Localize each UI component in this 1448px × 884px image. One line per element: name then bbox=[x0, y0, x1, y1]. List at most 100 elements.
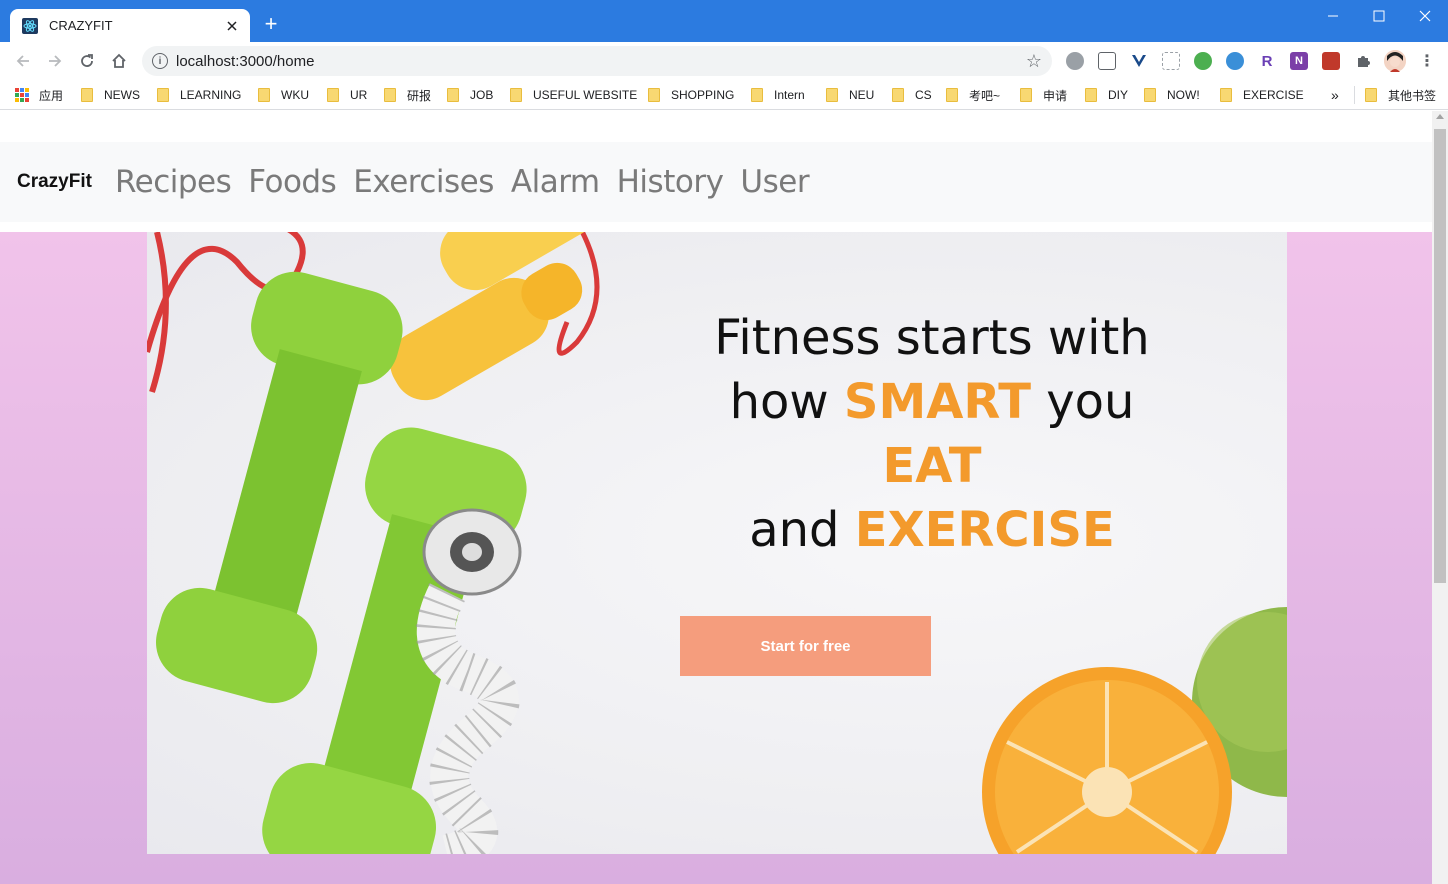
bookmark-folder[interactable]: NEU bbox=[826, 86, 874, 104]
folder-icon bbox=[1365, 88, 1377, 102]
bookmark-label: SHOPPING bbox=[671, 88, 735, 102]
headline-line-3: EAT bbox=[707, 434, 1157, 498]
forward-icon[interactable] bbox=[43, 50, 67, 72]
bookmark-label: USEFUL WEBSITE bbox=[533, 88, 638, 102]
url-text: localhost:3000/home bbox=[176, 52, 315, 70]
nav-history[interactable]: History bbox=[617, 164, 724, 200]
headline-line-2: how SMART you bbox=[707, 370, 1157, 434]
circle-extension-icon[interactable] bbox=[1194, 52, 1212, 70]
headline-line-4: and EXERCISE bbox=[707, 498, 1157, 562]
headline-accent: EAT bbox=[882, 438, 982, 494]
bookmark-apps[interactable]: 应用 bbox=[15, 86, 63, 104]
bookmark-folder[interactable]: DIY bbox=[1085, 86, 1128, 104]
bookmark-folder[interactable]: USEFUL WEBSITE bbox=[510, 86, 637, 104]
bookmark-label: 应用 bbox=[39, 88, 64, 103]
scroll-up-arrow-icon[interactable] bbox=[1436, 114, 1444, 119]
red-extension-icon[interactable] bbox=[1322, 52, 1340, 70]
bookmark-label: JOB bbox=[470, 88, 494, 102]
folder-icon bbox=[946, 88, 958, 102]
start-for-free-button[interactable]: Start for free bbox=[680, 616, 931, 676]
bookmark-label: EXERCISE bbox=[1243, 88, 1304, 102]
bookmark-folder[interactable]: NOW! bbox=[1144, 86, 1200, 104]
address-bar[interactable]: i localhost:3000/home ☆ bbox=[142, 46, 1052, 76]
onenote-extension-icon[interactable]: N bbox=[1290, 52, 1308, 70]
puzzle-outline-extension-icon[interactable] bbox=[1162, 52, 1180, 70]
vue-extension-icon[interactable] bbox=[1130, 52, 1148, 70]
headline-line-1: Fitness starts with bbox=[714, 310, 1150, 366]
hero-banner: Fitness starts with how SMART you EAT an… bbox=[147, 232, 1287, 854]
back-icon[interactable] bbox=[11, 50, 35, 72]
nav-foods[interactable]: Foods bbox=[248, 164, 337, 200]
browser-tab[interactable]: CRAZYFIT bbox=[10, 9, 250, 42]
bookmarks-divider bbox=[1354, 86, 1355, 104]
extensions-puzzle-icon[interactable] bbox=[1354, 52, 1372, 70]
site-brand[interactable]: CrazyFit bbox=[17, 171, 92, 193]
nav-links: Recipes Foods Exercises Alarm History Us… bbox=[106, 164, 817, 200]
profile-avatar[interactable] bbox=[1384, 50, 1406, 72]
folder-icon bbox=[1220, 88, 1232, 102]
folder-icon bbox=[1085, 88, 1097, 102]
folder-icon bbox=[81, 88, 93, 102]
close-window-icon[interactable] bbox=[1402, 4, 1448, 28]
bookmark-folder[interactable]: CS bbox=[892, 86, 932, 104]
shield-extension-icon[interactable] bbox=[1098, 52, 1116, 70]
r-extension-icon[interactable]: R bbox=[1258, 52, 1276, 70]
headline-text: how bbox=[729, 374, 829, 430]
minimize-icon[interactable] bbox=[1310, 4, 1356, 28]
folder-icon bbox=[447, 88, 459, 102]
folder-icon bbox=[648, 88, 660, 102]
headline-accent: EXERCISE bbox=[854, 502, 1115, 558]
bookmark-label: WKU bbox=[281, 88, 309, 102]
bookmark-label: CS bbox=[915, 88, 932, 102]
bookmark-label: UR bbox=[350, 88, 368, 102]
bookmark-label: 申请 bbox=[1043, 88, 1068, 103]
bookmark-folder[interactable]: Intern bbox=[751, 86, 805, 104]
nav-user[interactable]: User bbox=[740, 164, 809, 200]
globe-extension-icon[interactable] bbox=[1066, 52, 1084, 70]
bookmark-folder[interactable]: EXERCISE bbox=[1220, 86, 1304, 104]
nav-recipes[interactable]: Recipes bbox=[115, 164, 232, 200]
new-tab-button[interactable]: + bbox=[260, 13, 282, 36]
bookmark-star-icon[interactable]: ☆ bbox=[1026, 51, 1042, 72]
folder-icon bbox=[258, 88, 270, 102]
bookmark-folder[interactable]: LEARNING bbox=[157, 86, 241, 104]
hero-headline: Fitness starts with how SMART you EAT an… bbox=[707, 306, 1157, 562]
bookmark-folder[interactable]: 申请 bbox=[1020, 86, 1067, 104]
headline-text: and bbox=[749, 502, 840, 558]
globe-blue-extension-icon[interactable] bbox=[1226, 52, 1244, 70]
bookmark-folder[interactable]: 研报 bbox=[384, 86, 431, 104]
folder-icon bbox=[751, 88, 763, 102]
bookmark-label: NEU bbox=[849, 88, 875, 102]
headline-accent: SMART bbox=[843, 374, 1031, 430]
folder-icon bbox=[510, 88, 522, 102]
bookmark-folder[interactable]: SHOPPING bbox=[648, 86, 734, 104]
bookmark-other[interactable]: 其他书签 bbox=[1365, 86, 1436, 104]
menu-kebab-icon[interactable]: ⋮ bbox=[1418, 52, 1436, 70]
react-icon bbox=[22, 17, 38, 34]
page-scrollbar[interactable] bbox=[1432, 111, 1448, 884]
bookmark-label: LEARNING bbox=[180, 88, 242, 102]
nav-exercises[interactable]: Exercises bbox=[353, 164, 494, 200]
bookmark-label: 考吧~ bbox=[969, 88, 1001, 103]
bookmark-label: NEWS bbox=[104, 88, 140, 102]
folder-icon bbox=[157, 88, 169, 102]
reload-icon[interactable] bbox=[75, 50, 99, 72]
bookmarks-overflow-button[interactable]: » bbox=[1331, 86, 1339, 104]
home-icon[interactable] bbox=[107, 50, 131, 72]
maximize-icon[interactable] bbox=[1356, 4, 1402, 28]
bookmark-folder[interactable]: JOB bbox=[447, 86, 493, 104]
close-tab-icon[interactable] bbox=[224, 18, 240, 34]
browser-toolbar: i localhost:3000/home ☆ R N ⋮ bbox=[0, 42, 1448, 80]
bookmark-label: DIY bbox=[1108, 88, 1129, 102]
bookmark-folder[interactable]: NEWS bbox=[81, 86, 140, 104]
bookmark-folder[interactable]: UR bbox=[327, 86, 367, 104]
scrollbar-thumb[interactable] bbox=[1434, 129, 1446, 583]
bookmark-folder[interactable]: WKU bbox=[258, 86, 309, 104]
nav-alarm[interactable]: Alarm bbox=[511, 164, 600, 200]
headline-text: you bbox=[1046, 374, 1135, 430]
apps-grid-icon bbox=[15, 88, 29, 102]
bookmark-folder[interactable]: 考吧~ bbox=[946, 86, 1000, 104]
browser-titlebar: CRAZYFIT + bbox=[0, 0, 1448, 42]
info-icon[interactable]: i bbox=[152, 53, 168, 69]
bookmark-label: NOW! bbox=[1167, 88, 1200, 102]
